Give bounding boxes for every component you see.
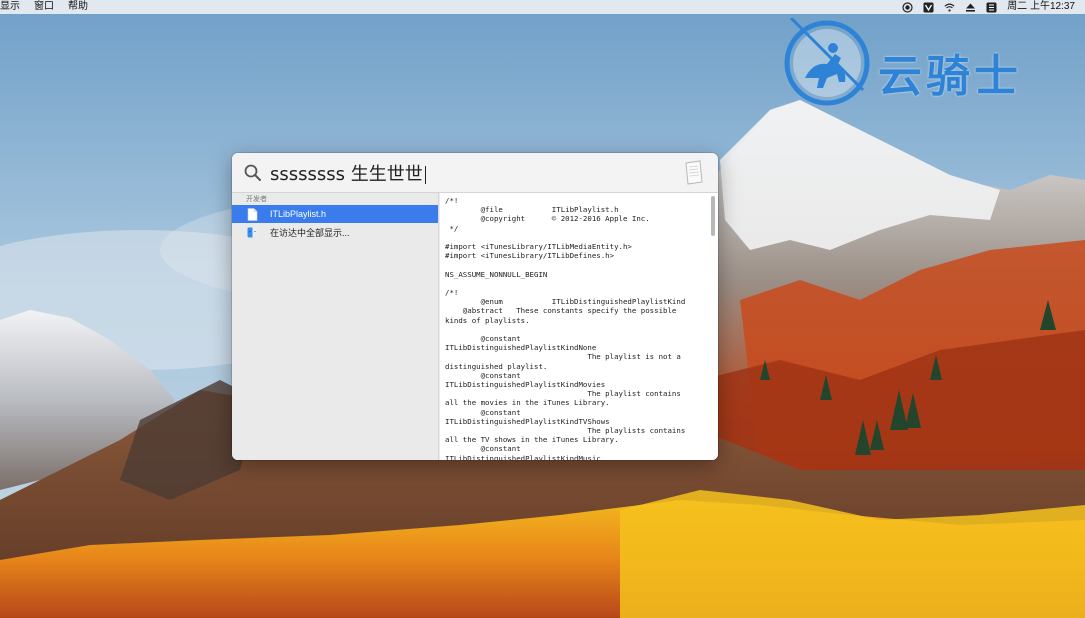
search-input[interactable]: ssssssss 生生世世: [270, 160, 426, 186]
input-method-icon[interactable]: [986, 2, 997, 13]
results-group-header: 开发者: [246, 196, 267, 203]
menu-item-view[interactable]: 显示: [0, 0, 27, 14]
eject-icon[interactable]: [965, 2, 976, 13]
menu-item-window[interactable]: 窗口: [27, 0, 61, 14]
watermark: 云骑士: [783, 18, 1083, 108]
document-preview-icon: [685, 160, 703, 185]
spotlight-window: ssssssss 生生世世 开发者 ITLibPlaylist.h 在访达中全部…: [232, 153, 718, 460]
menu-item-help[interactable]: 帮助: [61, 0, 95, 14]
menu-bar: 显示 窗口 帮助 周二 上午12:37: [0, 0, 1085, 14]
preview-code-text: /*! @file ITLibPlaylist.h @copyright © 2…: [445, 196, 686, 460]
finder-icon: [247, 227, 258, 237]
result-item-label: ITLibPlaylist.h: [270, 209, 327, 219]
result-item-label: 在访达中全部显示...: [270, 227, 350, 238]
wifi-icon[interactable]: [944, 2, 955, 13]
preview-scrollbar[interactable]: [711, 196, 715, 236]
text-caret: [424, 165, 426, 184]
file-preview-pane[interactable]: /*! @file ITLibPlaylist.h @copyright © 2…: [440, 193, 718, 460]
search-query-text: ssssssss 生生世世: [270, 163, 423, 185]
search-icon: [244, 164, 261, 181]
result-item-show-all-in-finder[interactable]: 在访达中全部显示...: [232, 223, 438, 241]
watermark-text: 云骑士: [878, 51, 1022, 102]
record-icon[interactable]: [902, 1, 913, 13]
spotlight-search-bar[interactable]: ssssssss 生生世世: [232, 153, 718, 193]
result-item-itlibplaylist[interactable]: ITLibPlaylist.h: [232, 205, 438, 223]
header-file-icon: [247, 207, 258, 221]
menubar-clock[interactable]: 周二 上午12:37: [1007, 0, 1075, 14]
knight-logo-icon: [784, 18, 870, 106]
notes-app-icon[interactable]: [923, 2, 934, 13]
results-list: 开发者 ITLibPlaylist.h 在访达中全部显示...: [232, 193, 439, 460]
